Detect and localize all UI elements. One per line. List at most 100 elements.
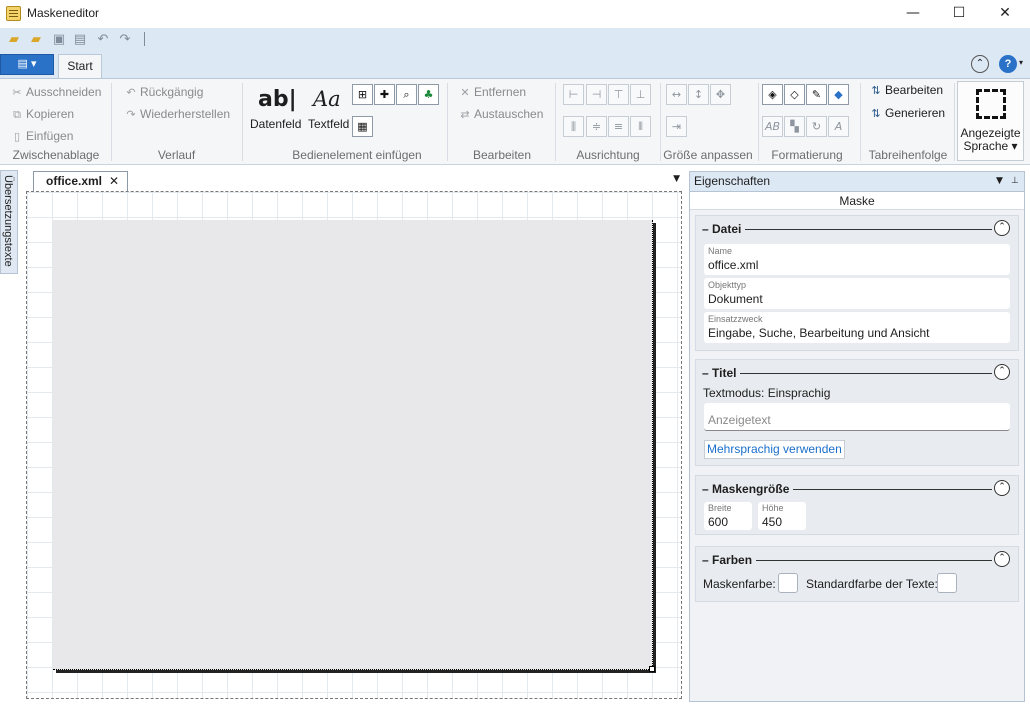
breite-field[interactable]: Breite 600 — [704, 502, 752, 530]
align-center-horizontal-icon[interactable]: ⫼ — [563, 116, 584, 137]
same-size-icon[interactable]: ✥ — [710, 84, 731, 105]
reset-format-icon[interactable]: ↻ — [806, 116, 827, 137]
selected-object-name: Maske — [690, 192, 1024, 210]
background-pattern-icon[interactable]: ▚ — [784, 116, 805, 137]
ribbon-tab-row: ▤ ▾ Start ⌃ ? ▾ — [0, 52, 1030, 78]
hoehe-value: 450 — [762, 515, 783, 529]
align-left-icon[interactable]: ⊢ — [563, 84, 584, 105]
font-icon[interactable]: AB — [762, 116, 783, 137]
redo-button[interactable]: ↷ Wiederherstellen — [124, 105, 230, 123]
paste-button[interactable]: ▯ Einfügen — [10, 127, 73, 145]
distribute-horizontal-icon[interactable]: ⦀ — [630, 116, 651, 137]
font-style-icon[interactable]: A — [828, 116, 849, 137]
copy-button[interactable]: ⧉ Kopieren — [10, 105, 74, 123]
align-center-vertical-icon[interactable]: ≑ — [586, 116, 607, 137]
document-tab[interactable]: office.xml ✕ — [33, 171, 128, 191]
hoehe-label: Höhe — [762, 503, 784, 513]
collapse-section-icon[interactable]: ⌃ — [994, 220, 1010, 236]
open-icon[interactable]: ▰ — [28, 33, 44, 47]
textfeld-button[interactable]: Textfeld — [308, 117, 349, 131]
help-dropdown-icon[interactable]: ▾ — [1019, 58, 1023, 67]
maskenfarbe-picker[interactable] — [778, 573, 798, 593]
same-width-icon[interactable]: ↔ — [666, 84, 687, 105]
group-label-verlauf: Verlauf — [157, 148, 196, 162]
replace-button[interactable]: ⇄ Austauschen — [458, 105, 543, 123]
anzeigetext-placeholder: Anzeigetext — [708, 413, 771, 427]
copy-icon: ⧉ — [13, 108, 21, 121]
same-height-icon[interactable]: ↕ — [688, 84, 709, 105]
redo-icon: ↷ — [126, 108, 136, 121]
open-folder-icon[interactable]: ▰ — [6, 33, 22, 47]
mehrsprachig-button[interactable]: Mehrsprachig verwenden — [704, 440, 845, 459]
hoehe-field[interactable]: Höhe 450 — [758, 502, 806, 530]
collapse-section-icon[interactable]: ⌃ — [994, 480, 1010, 496]
undo-icon[interactable]: ↶ — [95, 33, 111, 47]
redo-icon[interactable]: ↷ — [117, 33, 133, 47]
fit-size-icon[interactable]: ⇥ — [666, 116, 687, 137]
group-label-groesse: Größe anpassen — [663, 148, 753, 162]
name-label: Name — [708, 246, 733, 256]
save-all-icon[interactable]: ▤ — [72, 33, 88, 47]
textmodus-label: Textmodus: Einsprachig — [703, 386, 831, 400]
scissors-icon: ✂ — [12, 86, 22, 99]
app-menu-button[interactable]: ▤ ▾ — [0, 54, 54, 75]
date-field-icon[interactable]: ▦ — [352, 116, 373, 137]
properties-panel: Eigenschaften ▼ ⊥ Maske – Datei ⌃ Name o… — [689, 171, 1025, 702]
help-icon[interactable]: ? — [999, 55, 1017, 73]
section-divider — [702, 229, 992, 230]
close-button[interactable]: ✕ — [982, 0, 1028, 28]
image-control-icon[interactable]: ♣ — [418, 84, 439, 105]
language-frame-icon — [976, 89, 1006, 119]
section-divider — [702, 373, 992, 374]
collapse-section-icon[interactable]: ⌃ — [994, 364, 1010, 380]
anzeigetext-input[interactable]: Anzeigetext — [704, 403, 1010, 431]
section-maskengroesse: – Maskengröße ⌃ Breite 600 Höhe 450 — [695, 475, 1019, 535]
group-label-ausrichtung: Ausrichtung — [576, 148, 640, 162]
display-language-label-2: Sprache ▾ — [963, 139, 1018, 153]
einsatzzweck-field[interactable]: Einsatzzweck Eingabe, Suche, Bearbeitung… — [704, 312, 1010, 343]
align-right-icon[interactable]: ⊣ — [586, 84, 607, 105]
group-label-tabreihenfolge: Tabreihenfolge — [868, 148, 948, 162]
group-separator — [111, 83, 112, 161]
mask-surface[interactable] — [53, 220, 655, 672]
translation-texts-tab[interactable]: Übersetzungstexte — [0, 170, 18, 274]
lookup-field-icon[interactable]: ⌕ — [396, 84, 417, 105]
border-color-icon[interactable]: ◇ — [784, 84, 805, 105]
tab-order-generate-button[interactable]: ⇅ Generieren — [869, 104, 945, 122]
align-bottom-icon[interactable]: ⊥ — [630, 84, 651, 105]
pin-icon[interactable]: ⊥ — [1011, 172, 1019, 191]
cut-button[interactable]: ✂ Ausschneiden — [10, 83, 101, 101]
distribute-vertical-icon[interactable]: ≡ — [608, 116, 629, 137]
collapse-ribbon-icon[interactable]: ⌃ — [971, 55, 989, 73]
maximize-button[interactable]: ☐ — [936, 0, 982, 28]
standardfarbe-picker[interactable] — [937, 573, 957, 593]
design-canvas[interactable] — [26, 191, 682, 699]
section-titel: – Titel ⌃ Textmodus: Einsprachig Anzeige… — [695, 359, 1019, 466]
collapse-section-icon[interactable]: ⌃ — [994, 551, 1010, 567]
datenfeld-button[interactable]: Datenfeld — [250, 117, 301, 131]
fill-color-icon[interactable]: ◈ — [762, 84, 783, 105]
remove-button[interactable]: ✕ Entfernen — [458, 83, 526, 101]
group-label-bedienelement: Bedienelement einfügen — [292, 148, 422, 162]
format-painter-icon[interactable]: ✎ — [806, 84, 827, 105]
quick-access-toolbar: ▰ ▰ ▣ ▤ ↶ ↷ — [0, 28, 1030, 52]
align-top-icon[interactable]: ⊤ — [608, 84, 629, 105]
tab-order-edit-icon: ⇅ — [871, 84, 881, 97]
text-color-icon[interactable]: ◆ — [828, 84, 849, 105]
close-tab-icon[interactable]: ✕ — [109, 172, 119, 190]
properties-title: Eigenschaften — [694, 174, 771, 188]
document-menu-icon[interactable]: ▼ — [673, 174, 680, 184]
panel-dropdown-icon[interactable]: ▼ — [996, 172, 1003, 191]
undo-button[interactable]: ↶ Rückgängig — [124, 83, 203, 101]
einsatzzweck-value: Eingabe, Suche, Bearbeitung und Ansicht — [708, 326, 930, 340]
plugin-icon[interactable]: ✚ — [374, 84, 395, 105]
tab-order-edit-button[interactable]: ⇅ Bearbeiten — [869, 81, 943, 99]
display-language-button[interactable]: Angezeigte Sprache ▾ — [957, 81, 1024, 161]
save-icon[interactable]: ▣ — [51, 33, 67, 47]
minimize-button[interactable]: — — [890, 0, 936, 28]
button-control-icon[interactable]: ⊞ — [352, 84, 373, 105]
resize-handle[interactable] — [649, 666, 655, 672]
tab-start[interactable]: Start — [58, 54, 102, 78]
name-field: Name office.xml — [704, 244, 1010, 275]
group-separator — [758, 83, 759, 161]
